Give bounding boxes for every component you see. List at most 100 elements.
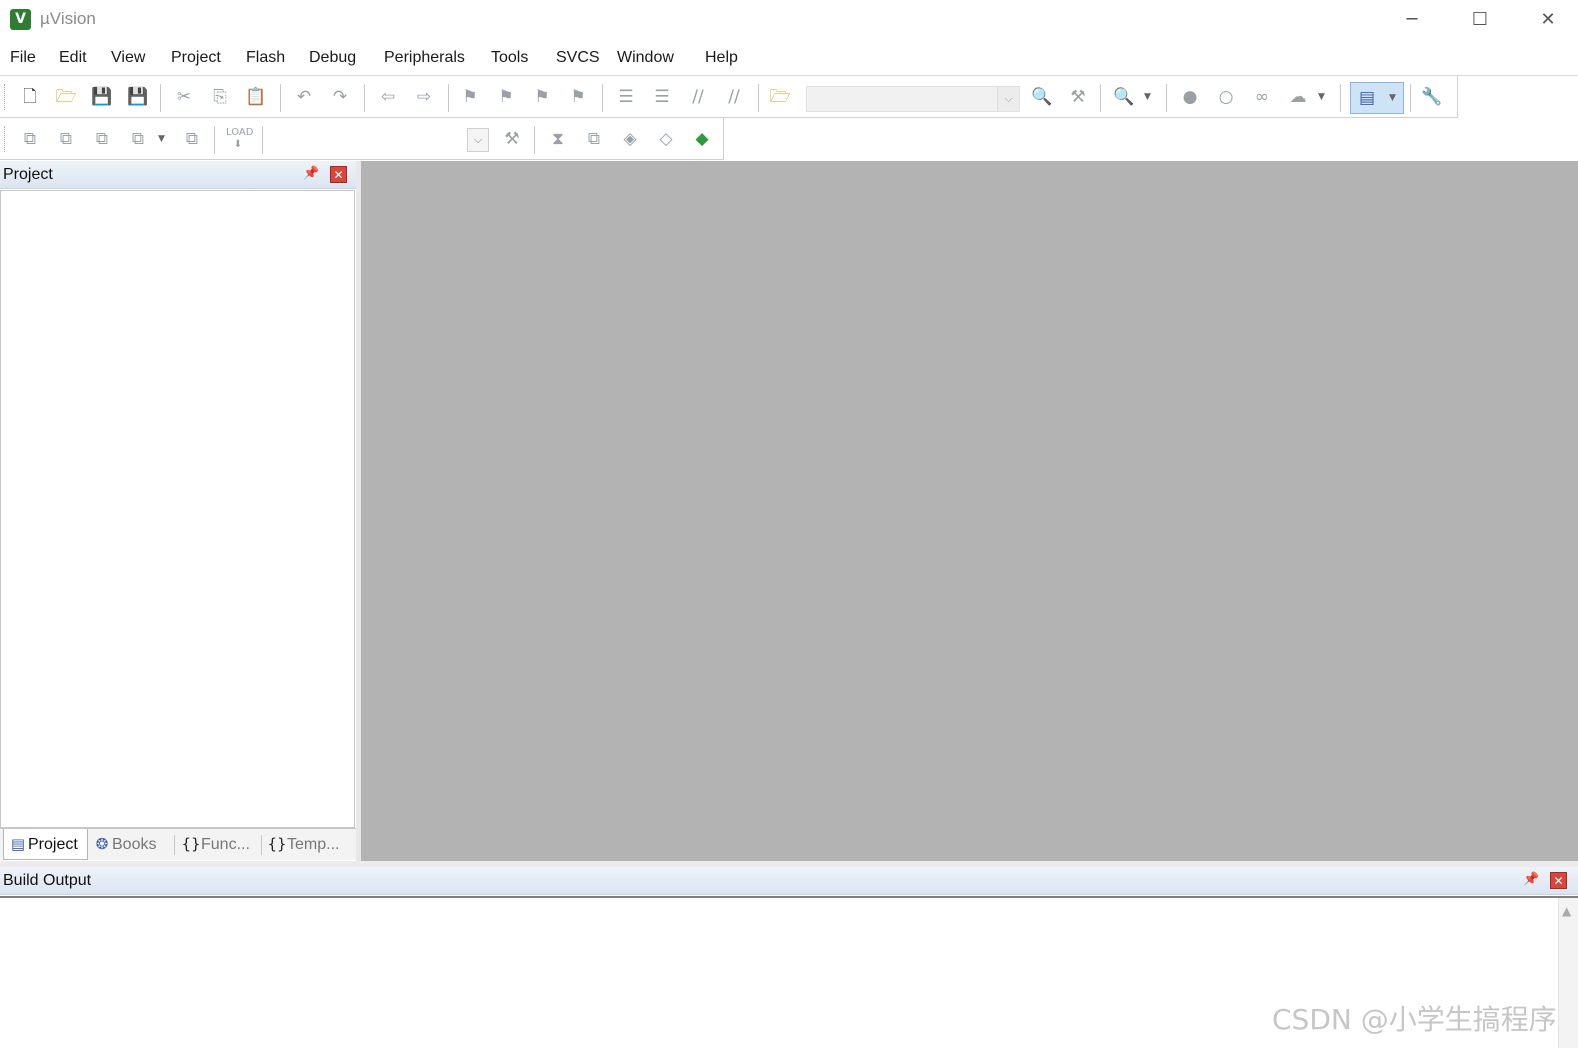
toolbar-separator <box>280 84 281 112</box>
chevron-down-icon: ▼ <box>1389 93 1396 103</box>
vertical-scrollbar[interactable]: ▲ <box>1558 898 1578 1048</box>
maximize-button[interactable]: ☐ <box>1450 0 1510 40</box>
cut-icon[interactable]: ✂ <box>172 85 196 109</box>
select-software-packs-icon[interactable]: ◇ <box>654 127 678 151</box>
editor-area <box>361 161 1578 861</box>
menu-debug[interactable]: Debug <box>309 49 356 67</box>
toolbar-separator <box>364 84 365 112</box>
toolbar-grip[interactable] <box>4 126 7 152</box>
new-file-icon[interactable]: 🗋 <box>18 85 42 109</box>
pin-icon[interactable]: 📌 <box>1523 872 1539 888</box>
chevron-down-icon[interactable]: ▼ <box>1144 85 1151 109</box>
title-bar: V µVision ─ ☐ ✕ <box>0 0 1578 40</box>
menu-view[interactable]: View <box>111 49 145 67</box>
indent-icon[interactable]: ☰ <box>614 85 638 109</box>
file-toolbar: 🗋 🗁 💾 💾 ✂ ⎘ 📋 ↶ ↷ ⇦ ⇨ ⚑ ⚑ ⚑ ⚑ ☰ ☰ // // … <box>0 76 1458 118</box>
menu-tools[interactable]: Tools <box>491 49 528 67</box>
pin-icon[interactable]: 📌 <box>303 166 319 182</box>
tab-project[interactable]: ▤ Project <box>3 829 88 860</box>
find-icon[interactable]: 🔍 <box>1030 85 1054 109</box>
tab-label: Books <box>112 836 157 853</box>
breakpoint-insert-icon[interactable]: ● <box>1178 85 1202 109</box>
menu-peripherals[interactable]: Peripherals <box>384 49 465 67</box>
build-output-header: Build Output 📌 ✕ <box>0 867 1578 895</box>
find-in-files-icon[interactable]: 🗁 <box>768 85 792 109</box>
project-panel-tabs: ▤ Project ❂ Books {}Func... {}Temp... <box>0 828 356 860</box>
breakpoint-enable-icon[interactable]: ○ <box>1214 85 1238 109</box>
close-icon[interactable]: ✕ <box>1550 872 1567 889</box>
build-toolbar: ⧉ ⧉ ⧉ ⧉ ▼ ⧉ LOAD ⬇ ⌵ ⚒ ⧗ ⧉ ◈ ◇ ◆ <box>0 118 724 160</box>
navigate-back-icon[interactable]: ⇦ <box>376 85 400 109</box>
close-icon[interactable]: ✕ <box>330 166 347 183</box>
stop-build-icon[interactable]: ⧉ <box>180 127 204 151</box>
close-window-button[interactable]: ✕ <box>1518 0 1578 40</box>
minimize-button[interactable]: ─ <box>1382 0 1442 40</box>
functions-tab-icon: {} <box>181 835 201 853</box>
toolbar-separator <box>160 84 161 112</box>
project-tree[interactable] <box>0 190 355 828</box>
menu-svcs[interactable]: SVCS <box>556 49 600 67</box>
rebuild-icon[interactable]: ⧉ <box>90 127 114 151</box>
breakpoint-disable-all-icon[interactable]: ∞ <box>1250 85 1274 109</box>
project-tab-icon: ▤ <box>10 835 26 853</box>
open-folder-icon[interactable]: 🗁 <box>54 85 78 109</box>
bookmark-toggle-icon[interactable]: ⚑ <box>458 85 482 109</box>
toolbar-separator <box>262 126 263 154</box>
menu-window[interactable]: Window <box>617 49 674 67</box>
bookmark-previous-icon[interactable]: ⚑ <box>494 85 518 109</box>
paste-icon[interactable]: 📋 <box>244 85 268 109</box>
toolbar-separator <box>758 84 759 112</box>
batch-build-icon[interactable]: ⧉ <box>126 127 150 151</box>
redo-icon[interactable]: ↷ <box>328 85 352 109</box>
templates-tab-icon: {} <box>267 835 287 853</box>
configure-wrench-icon[interactable]: 🔧 <box>1420 85 1444 109</box>
tab-label: Func... <box>201 836 250 853</box>
project-window-icon: ▤ <box>1358 88 1376 108</box>
undo-icon[interactable]: ↶ <box>292 85 316 109</box>
tab-separator <box>261 835 262 855</box>
save-icon[interactable]: 💾 <box>90 85 114 109</box>
comment-icon[interactable]: // <box>686 85 710 109</box>
menu-flash[interactable]: Flash <box>246 49 285 67</box>
tab-templates[interactable]: {}Temp... <box>263 829 351 860</box>
bookmark-next-icon[interactable]: ⚑ <box>530 85 554 109</box>
tab-label: Temp... <box>287 836 340 853</box>
tab-functions[interactable]: {}Func... <box>177 829 261 860</box>
menu-help[interactable]: Help <box>705 49 738 67</box>
navigate-forward-icon[interactable]: ⇨ <box>412 85 436 109</box>
chevron-down-icon[interactable]: ▼ <box>1318 85 1325 109</box>
unindent-icon[interactable]: ☰ <box>650 85 674 109</box>
save-all-icon[interactable]: 💾 <box>126 85 150 109</box>
copy-icon[interactable]: ⎘ <box>208 85 232 109</box>
uncomment-icon[interactable]: // <box>722 85 746 109</box>
menu-project[interactable]: Project <box>171 49 221 67</box>
tab-books[interactable]: ❂ Books <box>88 829 174 860</box>
translate-icon[interactable]: ⧉ <box>18 127 42 151</box>
incremental-find-icon[interactable]: ⚒ <box>1066 85 1090 109</box>
toolbar-grip[interactable] <box>4 84 7 110</box>
manage-multi-project-icon[interactable]: ⧉ <box>582 127 606 151</box>
breakpoint-kill-all-icon[interactable]: ☁ <box>1286 85 1310 109</box>
target-options-icon[interactable]: ⚒ <box>500 127 524 151</box>
toolbar-separator <box>1340 84 1341 112</box>
manage-project-items-icon[interactable]: ⧗ <box>546 127 570 151</box>
find-combo[interactable]: ⌵ <box>806 86 1020 112</box>
bookmark-clear-icon[interactable]: ⚑ <box>566 85 590 109</box>
build-icon[interactable]: ⧉ <box>54 127 78 151</box>
target-select-dropdown[interactable]: ⌵ <box>467 128 489 152</box>
tab-separator <box>174 835 175 855</box>
chevron-down-icon[interactable]: ⌵ <box>997 87 1019 111</box>
load-download-icon[interactable]: LOAD ⬇ <box>226 127 253 151</box>
pack-installer-icon[interactable]: ◆ <box>690 127 714 151</box>
scroll-up-icon[interactable]: ▲ <box>1562 904 1571 918</box>
menu-edit[interactable]: Edit <box>59 49 87 67</box>
project-panel-header: Project 📌 ✕ <box>0 161 356 189</box>
chevron-down-icon[interactable]: ▼ <box>158 127 165 151</box>
window-layout-button[interactable]: ▤ ▼ <box>1350 82 1404 114</box>
watermark: CSDN @小学生搞程序 <box>1272 1003 1557 1036</box>
debug-session-icon[interactable]: 🔍 <box>1112 85 1136 109</box>
run-time-environment-icon[interactable]: ◈ <box>618 127 642 151</box>
uvision-logo-icon: V <box>10 9 31 30</box>
menu-file[interactable]: File <box>10 49 36 67</box>
toolbar-separator <box>1410 84 1411 112</box>
